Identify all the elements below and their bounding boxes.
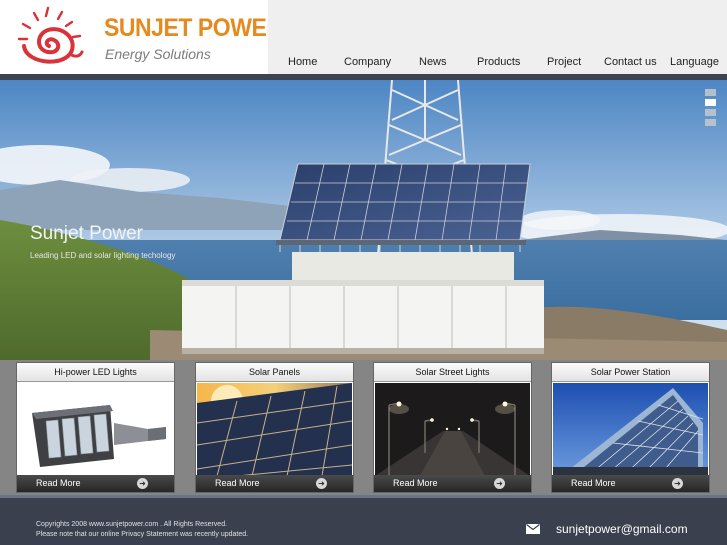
card-footer: Read More ➜ [196, 475, 353, 492]
site-footer: Copyrights 2008 www.sunjetpower.com . Al… [0, 498, 727, 545]
nav-language[interactable]: Language [670, 56, 719, 68]
read-more-link[interactable]: Read More [36, 478, 81, 488]
product-strip: Hi-power LED Lights Read More ➜ Solar Pa… [0, 360, 727, 495]
nav-company[interactable]: Company [344, 56, 391, 68]
product-title: Solar Power Station [552, 363, 709, 382]
product-card-solar-panels[interactable]: Solar Panels Read More ➜ [195, 362, 354, 493]
street-lights-image [375, 383, 530, 476]
nav-products[interactable]: Products [477, 56, 520, 68]
card-footer: Read More ➜ [552, 475, 709, 492]
arrow-right-icon[interactable]: ➜ [672, 478, 683, 489]
card-footer: Read More ➜ [17, 475, 174, 492]
slide-dot-4[interactable] [705, 119, 716, 126]
sun-logo-icon [17, 6, 84, 64]
logo[interactable]: SUNJET POWER Energy Solutions [0, 0, 283, 74]
product-card-street-lights[interactable]: Solar Street Lights Read More ➜ [373, 362, 532, 493]
nav-home[interactable]: Home [288, 56, 317, 68]
hero-subtitle: Leading LED and solar lighting techology [30, 251, 176, 260]
product-card-power-station[interactable]: Solar Power Station Read More ➜ [551, 362, 710, 493]
read-more-link[interactable]: Read More [215, 478, 260, 488]
slide-dot-2[interactable] [705, 99, 716, 106]
contact-email[interactable]: sunjetpower@gmail.com [556, 522, 688, 536]
arrow-right-icon[interactable]: ➜ [137, 478, 148, 489]
product-title: Hi-power LED Lights [17, 363, 174, 382]
read-more-link[interactable]: Read More [393, 478, 438, 488]
led-light-image [18, 383, 173, 476]
solar-panels-image [197, 383, 352, 476]
nav-contact-us[interactable]: Contact us [604, 56, 657, 68]
envelope-icon [526, 524, 540, 534]
card-footer: Read More ➜ [374, 475, 531, 492]
hero-photo [0, 80, 727, 360]
site-header: SUNJET POWER Energy Solutions Home Compa… [0, 0, 727, 74]
nav-project[interactable]: Project [547, 56, 581, 68]
read-more-link[interactable]: Read More [571, 478, 616, 488]
nav-news[interactable]: News [419, 56, 447, 68]
slide-dot-3[interactable] [705, 109, 716, 116]
product-title: Solar Panels [196, 363, 353, 382]
product-card-led-lights[interactable]: Hi-power LED Lights Read More ➜ [16, 362, 175, 493]
main-nav: Home Company News Products Project Conta… [268, 52, 727, 74]
brand-name: SUNJET POWER [104, 14, 283, 42]
brand-tagline: Energy Solutions [105, 46, 211, 62]
privacy-notice: Please note that our online Privacy Stat… [36, 531, 249, 538]
product-title: Solar Street Lights [374, 363, 531, 382]
power-station-image [553, 383, 708, 476]
arrow-right-icon[interactable]: ➜ [316, 478, 327, 489]
slide-indicator [705, 89, 716, 129]
copyright-text: Copyrights 2008 www.sunjetpower.com . Al… [36, 521, 228, 528]
hero-banner: Sunjet Power Leading LED and solar light… [0, 80, 727, 360]
slide-dot-1[interactable] [705, 89, 716, 96]
hero-title: Sunjet Power [30, 223, 144, 244]
arrow-right-icon[interactable]: ➜ [494, 478, 505, 489]
